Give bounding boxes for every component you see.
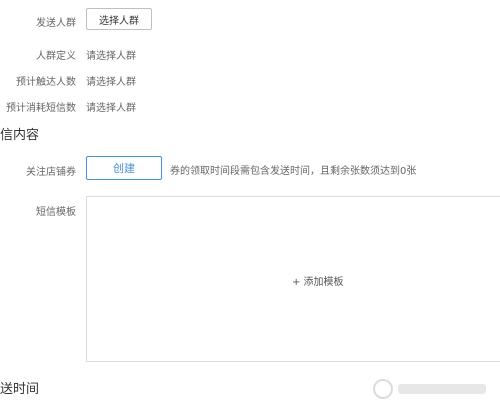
sms-content-section-title: 信内容	[0, 128, 40, 143]
estimated-sms-cost-label: 预计消耗短信数	[6, 103, 76, 114]
create-coupon-button[interactable]: 创建	[86, 156, 162, 180]
add-template-link[interactable]: + 添加模板	[292, 273, 344, 288]
audience-definition-value: 请选择人群	[86, 51, 136, 62]
sms-template-label: 短信模板	[36, 207, 76, 218]
send-audience-label: 发送人群	[36, 18, 76, 29]
send-time-section-title: 送时间	[0, 382, 40, 397]
estimated-reach-value: 请选择人群	[86, 77, 136, 88]
audience-definition-label: 人群定义	[36, 51, 76, 62]
coupon-tip-text: 券的领取时间段需包含发送时间，且剩余张数须达到0张	[170, 166, 417, 177]
estimated-sms-cost-value: 请选择人群	[86, 103, 136, 114]
watermark-logo	[372, 378, 492, 404]
select-audience-button[interactable]: 选择人群	[86, 8, 152, 30]
follow-shop-coupon-label: 关注店铺券	[26, 167, 76, 178]
watermark-icon	[373, 379, 486, 399]
estimated-reach-label: 预计触达人数	[16, 77, 76, 88]
